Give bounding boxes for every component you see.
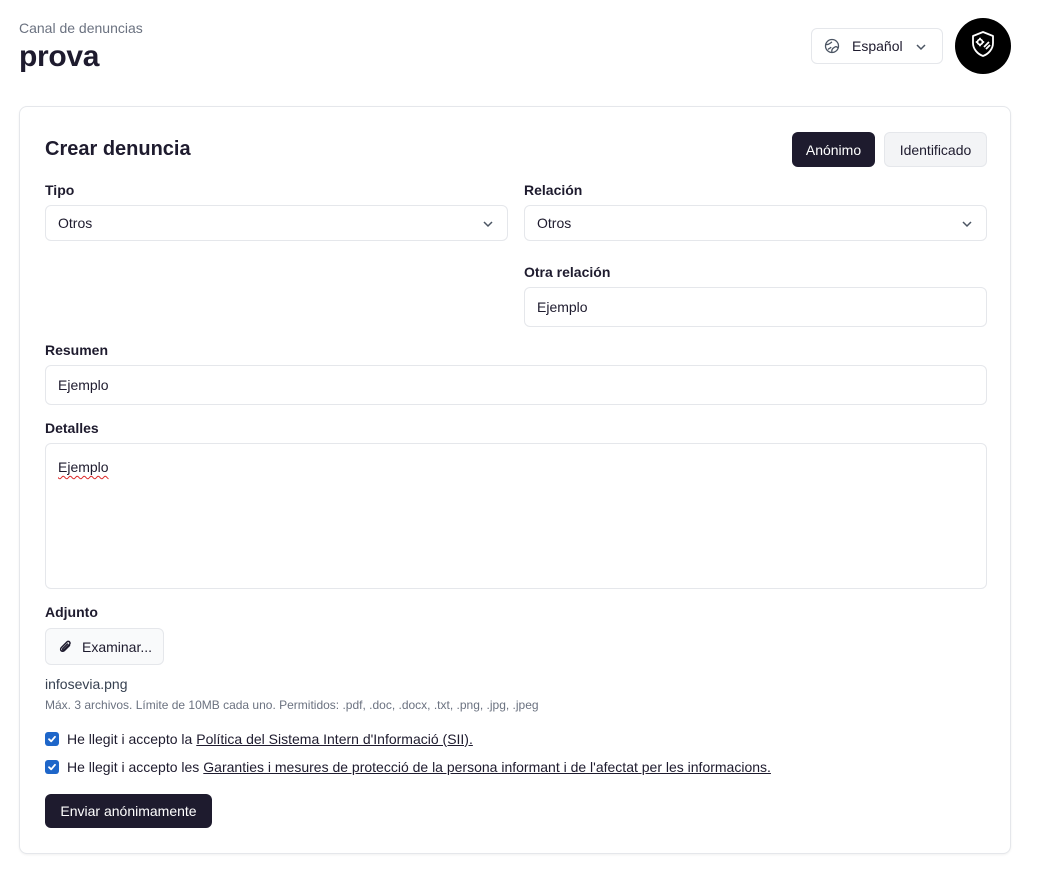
relacion-value: Otros bbox=[537, 215, 572, 231]
consent-sii-text: He llegit i accepto la bbox=[67, 731, 193, 747]
resumen-value: Ejemplo bbox=[58, 377, 109, 393]
guarantees-link[interactable]: Garanties i mesures de protecció de la p… bbox=[203, 759, 771, 775]
resumen-label: Resumen bbox=[45, 342, 109, 358]
relacion-label: Relación bbox=[524, 182, 583, 198]
detalles-value: Ejemplo bbox=[58, 459, 109, 475]
tipo-select[interactable]: Otros bbox=[45, 205, 508, 241]
attachment-help-text: Máx. 3 archivos. Límite de 10MB cada uno… bbox=[45, 698, 539, 712]
report-form-card: Crear denuncia Anónimo Identificado Tipo… bbox=[19, 106, 1011, 854]
logo[interactable] bbox=[955, 18, 1011, 74]
form-title: Crear denuncia bbox=[45, 138, 191, 160]
otra-relacion-input[interactable]: Ejemplo bbox=[524, 287, 987, 327]
paperclip-icon bbox=[58, 639, 74, 655]
page-title: prova bbox=[19, 40, 100, 73]
chevron-down-icon bbox=[914, 40, 928, 54]
consent-sii-row: He llegit i accepto la Política del Sist… bbox=[45, 731, 473, 747]
identified-toggle-button[interactable]: Identificado bbox=[884, 132, 987, 167]
chevron-down-icon bbox=[960, 217, 974, 231]
shield-gear-icon bbox=[968, 29, 998, 64]
browse-files-button[interactable]: Examinar... bbox=[45, 628, 164, 665]
attached-file-name: infosevia.png bbox=[45, 676, 128, 692]
anonymous-toggle-button[interactable]: Anónimo bbox=[792, 132, 875, 167]
submit-anonymous-button[interactable]: Enviar anónimamente bbox=[45, 794, 212, 828]
consent-guarantees-checkbox[interactable] bbox=[45, 760, 59, 774]
page-header: Canal de denuncias prova bbox=[19, 20, 143, 74]
resumen-input[interactable]: Ejemplo bbox=[45, 365, 987, 405]
detalles-textarea[interactable]: Ejemplo bbox=[45, 443, 987, 589]
relacion-select[interactable]: Otros bbox=[524, 205, 987, 241]
page-subtitle: Canal de denuncias bbox=[19, 20, 143, 36]
tipo-value: Otros bbox=[58, 215, 93, 231]
tipo-label: Tipo bbox=[45, 182, 75, 198]
globe-icon bbox=[824, 38, 840, 54]
otra-relacion-value: Ejemplo bbox=[537, 299, 588, 315]
language-select[interactable]: Español bbox=[811, 28, 943, 64]
otra-relacion-label: Otra relación bbox=[524, 264, 611, 280]
consent-sii-checkbox[interactable] bbox=[45, 732, 59, 746]
consent-guarantees-text: He llegit i accepto les bbox=[67, 759, 200, 775]
browse-files-label: Examinar... bbox=[82, 638, 153, 655]
consent-guarantees-row: He llegit i accepto les Garanties i mesu… bbox=[45, 759, 771, 775]
adjunto-label: Adjunto bbox=[45, 604, 98, 620]
language-label: Español bbox=[852, 38, 903, 54]
chevron-down-icon bbox=[481, 217, 495, 231]
detalles-label: Detalles bbox=[45, 420, 99, 436]
sii-policy-link[interactable]: Política del Sistema Intern d'Informació… bbox=[196, 731, 473, 747]
